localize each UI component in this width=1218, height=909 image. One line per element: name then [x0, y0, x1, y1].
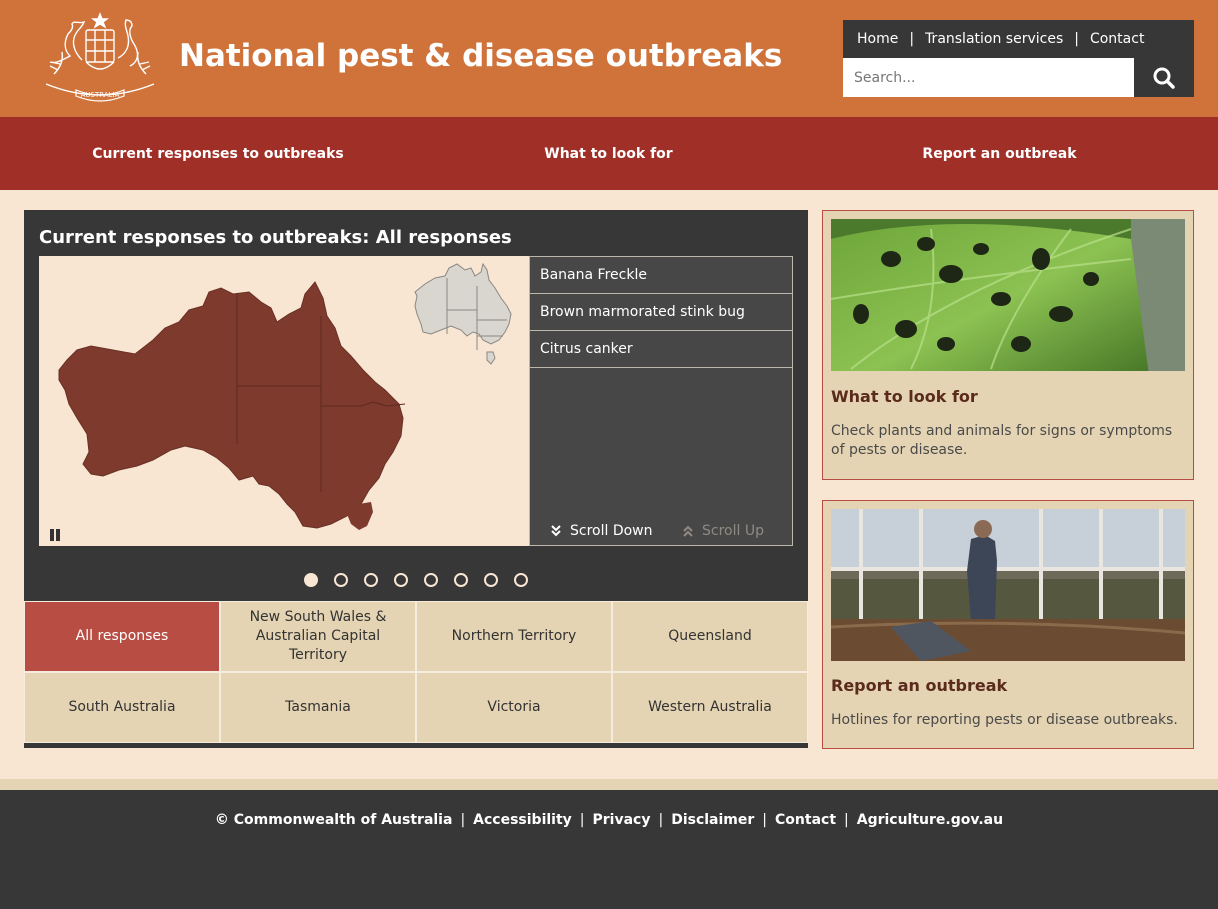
- outbreak-list: Banana Freckle Brown marmorated stink bu…: [529, 256, 793, 546]
- region-victoria[interactable]: Victoria: [416, 672, 612, 743]
- card-text-report-outbreak: Hotlines for reporting pests or disease …: [831, 712, 1178, 728]
- tasmania-shape: [345, 502, 373, 530]
- region-grid: All responses New South Wales & Australi…: [24, 601, 808, 743]
- australia-map: [39, 256, 529, 546]
- slide-dot-6[interactable]: [454, 573, 468, 587]
- footer-divider: [0, 779, 1218, 790]
- contact-link[interactable]: Contact: [1090, 31, 1144, 47]
- translation-services-link[interactable]: Translation services: [925, 31, 1063, 47]
- leaf-damage-image[interactable]: [831, 219, 1185, 371]
- coat-of-arms-logo[interactable]: AUSTRALIA: [36, 10, 164, 102]
- separator: |: [579, 812, 585, 828]
- footer-accessibility-link[interactable]: Accessibility: [473, 812, 572, 828]
- mainland-shape: [58, 281, 404, 529]
- slide-dot-5[interactable]: [424, 573, 438, 587]
- slide-pagination: [304, 573, 528, 587]
- pause-icon: [50, 529, 54, 541]
- search-input[interactable]: [843, 58, 1134, 97]
- panel-title: Current responses to outbreaks: All resp…: [39, 227, 512, 248]
- site-footer: © Commonwealth of Australia | Accessibilit…: [0, 790, 1218, 909]
- search-icon: [1153, 67, 1175, 89]
- slide-dot-7[interactable]: [484, 573, 498, 587]
- australia-map-graphic: [58, 262, 512, 530]
- double-chevron-down-icon: [551, 525, 561, 537]
- card-text-what-to-look-for: Check plants and animals for signs or sy…: [831, 423, 1173, 458]
- separator: |: [909, 31, 915, 47]
- footer-contact-link[interactable]: Contact: [775, 812, 836, 828]
- footer-disclaimer-link[interactable]: Disclaimer: [671, 812, 754, 828]
- outbreak-item-stink-bug[interactable]: Brown marmorated stink bug: [530, 294, 792, 331]
- region-south-australia[interactable]: South Australia: [24, 672, 220, 743]
- scroll-down-label: Scroll Down: [570, 523, 653, 539]
- footer-links: © Commonwealth of Australia | Accessibilit…: [0, 812, 1218, 828]
- site-title: National pest & disease outbreaks: [179, 38, 783, 74]
- utility-links: Home | Translation services | Contact: [843, 20, 1194, 58]
- footer-agriculture-link[interactable]: Agriculture.gov.au: [857, 812, 1003, 828]
- site-header: AUSTRALIA National pest & disease outbre…: [0, 0, 1218, 117]
- outbreak-item-banana-freckle[interactable]: Banana Freckle: [530, 257, 792, 294]
- nav-current-responses[interactable]: Current responses to outbreaks: [0, 117, 436, 190]
- double-chevron-up-icon: [683, 525, 693, 537]
- home-link[interactable]: Home: [857, 31, 898, 47]
- separator: |: [762, 812, 768, 828]
- search-form: [843, 58, 1194, 97]
- region-tasmania[interactable]: Tasmania: [220, 672, 416, 743]
- footer-copyright-link[interactable]: © Commonwealth of Australia: [215, 812, 453, 828]
- pause-button[interactable]: [49, 529, 63, 541]
- slide-dot-3[interactable]: [364, 573, 378, 587]
- slide-dot-4[interactable]: [394, 573, 408, 587]
- utility-bar: Home | Translation services | Contact: [843, 20, 1194, 97]
- separator: |: [1074, 31, 1079, 47]
- crest-motto: AUSTRALIA: [81, 91, 120, 99]
- what-to-look-for-card: What to look for Check plants and animal…: [822, 210, 1194, 480]
- separator: |: [844, 812, 849, 828]
- region-nsw-act[interactable]: New South Wales & Australian Capital Ter…: [220, 601, 416, 672]
- separator: |: [460, 812, 466, 828]
- card-title-report-outbreak[interactable]: Report an outbreak: [831, 676, 1007, 695]
- scroll-down-button[interactable]: Scroll Down: [550, 523, 653, 539]
- region-northern-territory[interactable]: Northern Territory: [416, 601, 612, 672]
- outbreak-item-citrus-canker[interactable]: Citrus canker: [530, 331, 792, 368]
- scroll-up-button[interactable]: Scroll Up: [682, 523, 764, 539]
- separator: |: [658, 812, 664, 828]
- report-outbreak-card: Report an outbreak Hotlines for reportin…: [822, 500, 1194, 749]
- slide-dot-8[interactable]: [514, 573, 528, 587]
- main-navigation: Current responses to outbreaks What to l…: [0, 117, 1218, 190]
- scroll-up-label: Scroll Up: [702, 523, 764, 539]
- office-phone-image[interactable]: [831, 509, 1185, 661]
- responses-panel: Current responses to outbreaks: All resp…: [24, 210, 808, 748]
- inset-map: [414, 262, 512, 365]
- search-button[interactable]: [1134, 58, 1194, 97]
- nav-report-outbreak[interactable]: Report an outbreak: [781, 117, 1218, 190]
- slide-dot-1[interactable]: [304, 573, 318, 587]
- nav-what-to-look-for[interactable]: What to look for: [436, 117, 781, 190]
- region-western-australia[interactable]: Western Australia: [612, 672, 808, 743]
- slide-dot-2[interactable]: [334, 573, 348, 587]
- region-all-responses[interactable]: All responses: [24, 601, 220, 672]
- footer-privacy-link[interactable]: Privacy: [593, 812, 651, 828]
- card-title-what-to-look-for[interactable]: What to look for: [831, 387, 978, 406]
- region-queensland[interactable]: Queensland: [612, 601, 808, 672]
